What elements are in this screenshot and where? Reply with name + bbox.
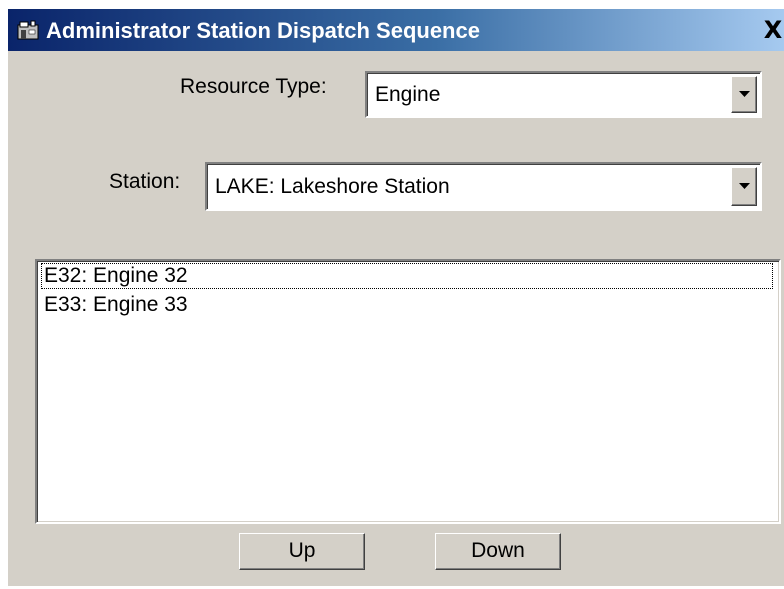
resource-listbox[interactable]: E32: Engine 32 E33: Engine 33 (35, 259, 781, 524)
dialog-window: Administrator Station Dispatch Sequence … (7, 8, 784, 586)
list-item[interactable]: E33: Engine 33 (42, 293, 188, 317)
up-button[interactable]: Up (239, 533, 365, 570)
resource-type-dropdown[interactable]: Engine (365, 71, 762, 118)
down-button[interactable]: Down (435, 533, 561, 570)
chevron-down-icon (739, 90, 750, 97)
station-dropdown-button[interactable] (731, 167, 757, 206)
window-title: Administrator Station Dispatch Sequence (46, 18, 480, 43)
station-value: LAKE: Lakeshore Station (215, 174, 450, 198)
title-bar[interactable]: Administrator Station Dispatch Sequence … (8, 9, 784, 51)
list-item[interactable]: E32: Engine 32 (41, 263, 773, 289)
chevron-down-icon (739, 182, 750, 189)
station-dropdown[interactable]: LAKE: Lakeshore Station (205, 162, 762, 211)
close-button[interactable]: X (761, 17, 784, 43)
resource-type-dropdown-button[interactable] (731, 76, 757, 113)
resource-type-value: Engine (375, 82, 441, 106)
station-icon (17, 20, 39, 40)
station-label: Station: (109, 170, 181, 193)
resource-type-label: Resource Type: (180, 75, 327, 98)
